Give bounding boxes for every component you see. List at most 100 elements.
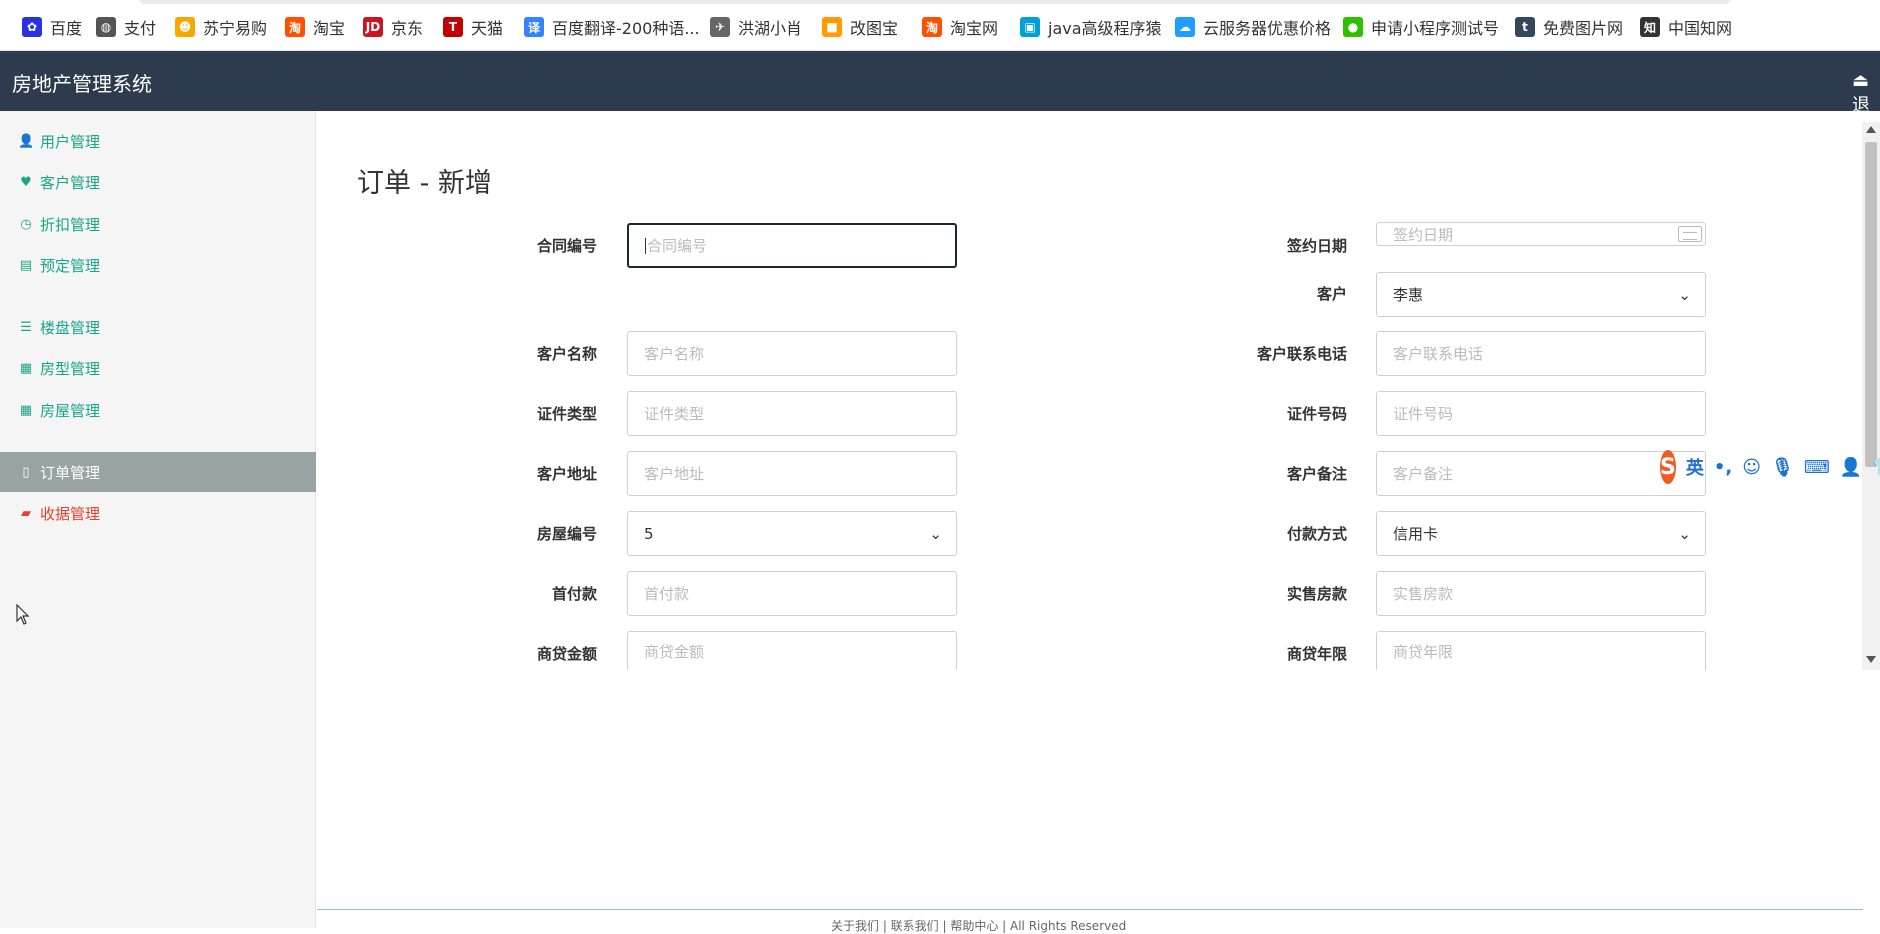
sidebar-item-label: 收据管理 — [40, 504, 101, 523]
shirt-icon[interactable]: 👕 — [1872, 457, 1880, 478]
bookmark-item[interactable]: ✈ 洪湖小肖 — [710, 17, 803, 38]
actual-price-input[interactable]: 实售房款 — [1376, 571, 1706, 616]
contract-no-input[interactable]: 合同编号 — [627, 223, 957, 268]
sidebar-item-8[interactable]: ▰ 收据管理 — [0, 493, 316, 533]
bookmark-item[interactable]: ▣ java高级程序猿 — [1020, 17, 1162, 38]
sidebar-item-7[interactable]: ▯ 订单管理 — [0, 452, 316, 492]
ime-language-toggle[interactable]: 英 — [1686, 454, 1704, 480]
bookmark-item[interactable]: ☻ 苏宁易购 — [175, 17, 268, 38]
bookmark-item[interactable]: 淘淘宝网 — [922, 17, 998, 38]
tmall-icon: T — [443, 17, 463, 37]
ime-punctuation-toggle[interactable]: •, — [1714, 457, 1732, 478]
bookmark-item[interactable]: T 天猫 — [443, 17, 504, 38]
sidebar-item-0[interactable]: 👤 用户管理 — [0, 121, 316, 161]
bookmark-item[interactable]: 淘淘宝 — [285, 17, 345, 38]
payment-label: 付款方式 — [1286, 525, 1347, 543]
sidebar-item-label: 预定管理 — [40, 256, 101, 275]
bookmark-label: 苏宁易购 — [203, 19, 268, 38]
smile-icon[interactable]: ☺ — [1742, 457, 1761, 478]
id-type-label: 证件类型 — [536, 405, 597, 423]
logout-button[interactable]: ⏏ 退 — [1852, 70, 1880, 117]
remark-placeholder: 客户备注 — [1393, 465, 1454, 483]
translate-icon: 译 — [524, 17, 544, 37]
bookmark-label: 申请小程序测试号 — [1371, 19, 1500, 38]
sidebar-item-label: 订单管理 — [40, 463, 101, 482]
payment-select[interactable]: 信用卡 ⌄ — [1376, 511, 1706, 556]
bookmark-label: 天猫 — [471, 19, 504, 38]
remark-input[interactable]: 客户备注 — [1376, 451, 1706, 496]
cloud-icon: ☁ — [1175, 17, 1195, 37]
page-title: 订单 - 新增 — [357, 168, 492, 199]
sidebar-item-5[interactable]: ▦ 房型管理 — [0, 348, 316, 388]
sidebar-item-2[interactable]: ◷ 折扣管理 — [0, 204, 316, 244]
th-large-icon: ▦ — [19, 360, 33, 376]
sign-date-input[interactable]: 签约日期 — [1376, 222, 1706, 246]
sidebar-item-4[interactable]: ☰ 楼盘管理 — [0, 307, 316, 347]
down-payment-label: 首付款 — [551, 585, 597, 603]
address-input[interactable]: 客户地址 — [627, 451, 957, 496]
ime-toolbar[interactable]: S 英 •, ☺ 🎙 ⌨ 👤 👕 — [1660, 447, 1880, 487]
taobao-icon: 淘 — [285, 17, 305, 37]
keyboard-icon[interactable]: ⌨ — [1804, 457, 1830, 478]
bookmark-label: 百度 — [50, 19, 83, 38]
content-blank-area — [317, 670, 1880, 909]
id-number-input[interactable]: 证件号码 — [1376, 391, 1706, 436]
bookmark-label: 中国知网 — [1668, 19, 1733, 38]
loan-amount-label: 商贷金额 — [536, 645, 597, 663]
bookmark-item[interactable]: t 免费图片网 — [1515, 17, 1623, 38]
scroll-down-icon[interactable] — [1866, 656, 1876, 663]
app-header: 房地产管理系统 ⏏ 退 — [0, 51, 1880, 116]
jd-icon: JD — [363, 17, 383, 37]
footer-text: 关于我们 | 联系我们 | 帮助中心 | All Rights Reserved — [831, 919, 1127, 933]
customer-name-input[interactable]: 客户名称 — [627, 331, 957, 376]
id-type-input[interactable]: 证件类型 — [627, 391, 957, 436]
sidebar-item-3[interactable]: ▤ 预定管理 — [0, 245, 316, 285]
scroll-up-icon[interactable] — [1866, 126, 1876, 133]
chevron-down-icon: ⌄ — [1678, 524, 1691, 543]
house-no-value: 5 — [644, 524, 654, 543]
remark-label: 客户备注 — [1286, 465, 1347, 483]
scroll-thumb[interactable] — [1865, 142, 1877, 467]
mic-icon[interactable]: 🎙 — [1771, 457, 1794, 478]
sidebar-item-1[interactable]: ♥ 客户管理 — [0, 162, 316, 202]
sign-date-label: 签约日期 — [1286, 237, 1347, 255]
user-icon[interactable]: 👤 — [1840, 457, 1862, 478]
down-payment-input[interactable]: 首付款 — [627, 571, 957, 616]
bookmark-item[interactable]: ☁ 云服务器优惠价格 — [1175, 17, 1331, 38]
bookmark-item[interactable]: ◍ 支付 — [96, 17, 156, 38]
address-bar-edge — [140, 0, 1730, 4]
calendar-icon[interactable] — [1678, 226, 1702, 242]
contract-no-label: 合同编号 — [536, 237, 597, 255]
sogou-logo-icon[interactable]: S — [1660, 450, 1676, 484]
sidebar-item-label: 客户管理 — [40, 173, 101, 192]
user-icon: 👤 — [18, 133, 35, 149]
sidebar-item-label: 用户管理 — [40, 132, 101, 151]
customer-phone-input[interactable]: 客户联系电话 — [1376, 331, 1706, 376]
actual-price-placeholder: 实售房款 — [1393, 585, 1454, 603]
cnki-icon: 知 — [1640, 17, 1660, 37]
th-icon: ▦ — [19, 402, 33, 418]
bookmark-item[interactable]: ✿ 百度 — [22, 17, 83, 38]
sidebar-item-label: 房型管理 — [40, 359, 101, 378]
bookmark-item[interactable]: ● 申请小程序测试号 — [1343, 17, 1500, 38]
bookmark-item[interactable]: ■ 改图宝 — [822, 17, 898, 38]
house-no-select[interactable]: 5 ⌄ — [627, 511, 957, 556]
customer-select[interactable]: 李惠 ⌄ — [1376, 272, 1706, 317]
loan-amount-input[interactable]: 商贷金额 — [627, 631, 957, 671]
content-scrollbar[interactable] — [1862, 122, 1880, 670]
gaitubao-icon: ■ — [822, 17, 842, 37]
customer-name-placeholder: 客户名称 — [644, 345, 705, 363]
sidebar-item-label: 房屋管理 — [40, 401, 101, 420]
bookmark-item[interactable]: 译百度翻译-200种语... — [524, 17, 700, 38]
sidebar-item-label: 楼盘管理 — [40, 318, 101, 337]
bookmarks-bar: ✿ 百度 ◍ 支付 ☻ 苏宁易购淘淘宝 JD 京东 T 天猫 译百度翻译-200种语... ✈ 洪湖小肖… — [0, 0, 1880, 51]
heart-icon: ♥ — [20, 174, 32, 190]
sidebar-item-6[interactable]: ▦ 房屋管理 — [0, 390, 316, 430]
folder-open-icon: ▰ — [21, 505, 31, 521]
bookmark-item[interactable]: 知中国知网 — [1640, 17, 1733, 38]
loan-years-input[interactable]: 商贷年限 — [1376, 631, 1706, 671]
id-type-placeholder: 证件类型 — [644, 405, 705, 423]
bookmark-label: 洪湖小肖 — [738, 19, 803, 38]
bookmark-item[interactable]: JD 京东 — [363, 17, 424, 38]
bookmark-label: 京东 — [391, 19, 424, 38]
